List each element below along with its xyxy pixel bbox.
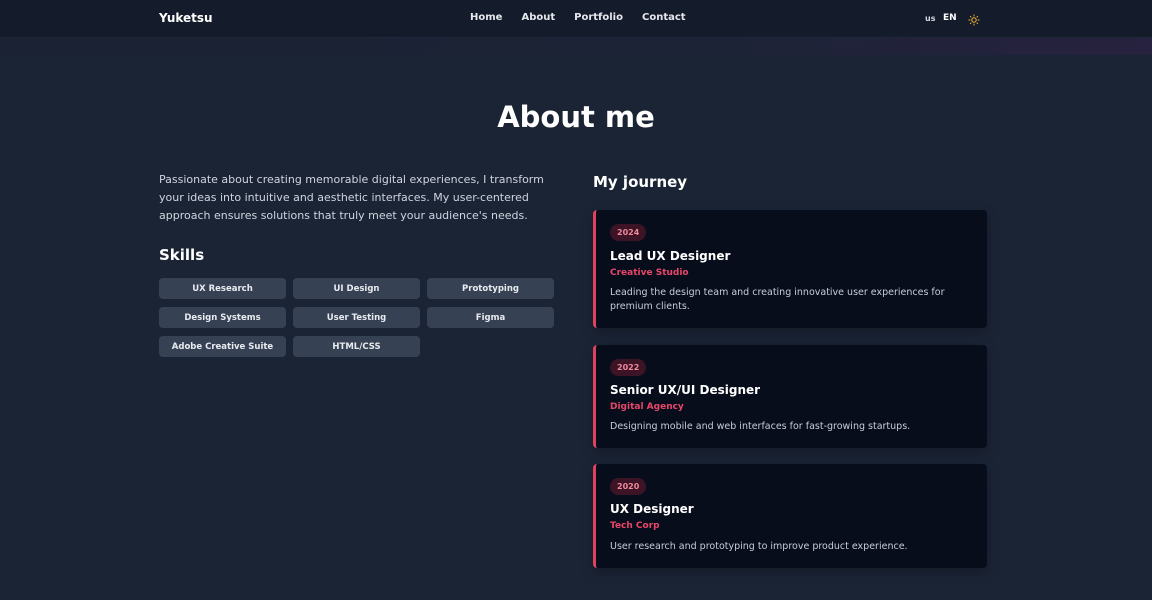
skill-tag: Prototyping	[427, 278, 554, 299]
language-flag[interactable]: us	[925, 14, 935, 23]
top-nav: Yuketsu Home About Portfolio Contact us …	[0, 0, 1152, 38]
company-name: Creative Studio	[610, 268, 689, 278]
job-description: User research and prototyping to improve…	[610, 541, 908, 552]
nav-link-about[interactable]: About	[521, 12, 555, 23]
skills-grid: UX Research UI Design Prototyping Design…	[159, 278, 554, 357]
journey-card: 2022 Senior UX/UI Designer Digital Agenc…	[593, 345, 987, 448]
nav-link-portfolio[interactable]: Portfolio	[574, 12, 623, 23]
brand-logo[interactable]: Yuketsu	[159, 11, 213, 25]
journey-card: 2024 Lead UX Designer Creative Studio Le…	[593, 210, 987, 328]
journey-card: 2020 UX Designer Tech Corp User research…	[593, 464, 987, 568]
job-description: Leading the design team and creating inn…	[610, 287, 945, 312]
nav-link-home[interactable]: Home	[470, 12, 502, 23]
skills-heading: Skills	[159, 246, 205, 264]
year-badge: 2020	[610, 478, 647, 495]
year-badge: 2024	[610, 224, 647, 241]
skill-tag: User Testing	[293, 307, 420, 328]
job-title: UX Designer	[610, 502, 694, 516]
nav-links: Home About Portfolio Contact	[470, 12, 705, 23]
intro-text: Passionate about creating memorable digi…	[159, 173, 544, 222]
sun-icon[interactable]	[968, 11, 980, 26]
job-title: Lead UX Designer	[610, 249, 731, 263]
language-switcher[interactable]: EN	[943, 13, 957, 23]
skill-tag: HTML/CSS	[293, 336, 420, 357]
header-gradient-band	[0, 38, 1152, 55]
company-name: Digital Agency	[610, 402, 684, 412]
company-name: Tech Corp	[610, 521, 660, 531]
skill-tag: Adobe Creative Suite	[159, 336, 286, 357]
skill-tag: UI Design	[293, 278, 420, 299]
skill-tag: Design Systems	[159, 307, 286, 328]
job-title: Senior UX/UI Designer	[610, 383, 761, 397]
year-badge: 2022	[610, 359, 647, 376]
journey-heading: My journey	[593, 173, 688, 191]
page-title: About me	[497, 100, 655, 134]
skill-tag: Figma	[427, 307, 554, 328]
nav-link-contact[interactable]: Contact	[642, 12, 686, 23]
skill-tag: UX Research	[159, 278, 286, 299]
job-description: Designing mobile and web interfaces for …	[610, 421, 911, 432]
